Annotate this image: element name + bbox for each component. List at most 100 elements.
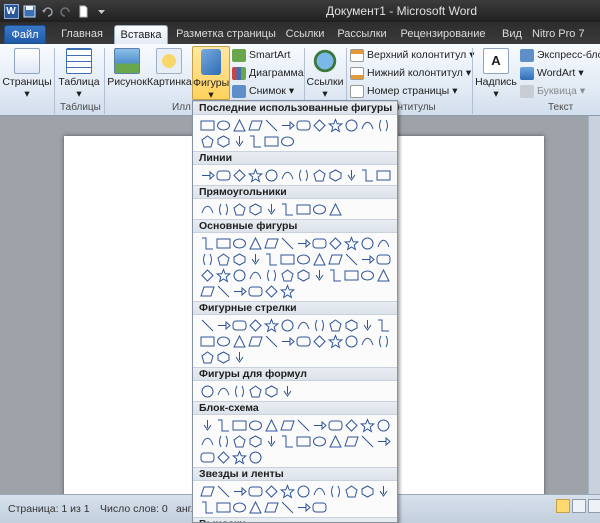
shape-icon[interactable] [311, 417, 327, 433]
shape-icon[interactable] [263, 133, 279, 149]
shape-icon[interactable] [199, 167, 215, 183]
shape-icon[interactable] [263, 483, 279, 499]
shape-icon[interactable] [247, 317, 263, 333]
table-button[interactable]: Таблица ▾ [57, 46, 101, 100]
shape-icon[interactable] [295, 333, 311, 349]
shape-icon[interactable] [263, 317, 279, 333]
shape-icon[interactable] [279, 483, 295, 499]
shape-icon[interactable] [231, 201, 247, 217]
shape-icon[interactable] [359, 433, 375, 449]
shape-icon[interactable] [247, 449, 263, 465]
shape-icon[interactable] [279, 317, 295, 333]
pages-button[interactable]: Страницы ▾ [2, 46, 52, 100]
shape-icon[interactable] [215, 499, 231, 515]
shape-icon[interactable] [311, 483, 327, 499]
shape-icon[interactable] [215, 133, 231, 149]
shape-icon[interactable] [263, 117, 279, 133]
shape-icon[interactable] [199, 483, 215, 499]
redo-icon[interactable] [57, 3, 73, 19]
shape-icon[interactable] [359, 417, 375, 433]
tab-home[interactable]: Главная [56, 25, 108, 44]
shape-icon[interactable] [359, 117, 375, 133]
shape-icon[interactable] [343, 417, 359, 433]
clipart-button[interactable]: Картинка [147, 46, 192, 100]
tab-nitro[interactable]: Nitro Pro 7 [532, 25, 600, 44]
shape-icon[interactable] [279, 235, 295, 251]
shape-icon[interactable] [231, 167, 247, 183]
shape-icon[interactable] [231, 267, 247, 283]
shape-icon[interactable] [231, 483, 247, 499]
shape-icon[interactable] [311, 251, 327, 267]
shape-icon[interactable] [311, 317, 327, 333]
shape-icon[interactable] [231, 349, 247, 365]
shape-icon[interactable] [343, 235, 359, 251]
shape-icon[interactable] [295, 117, 311, 133]
shape-icon[interactable] [247, 251, 263, 267]
shape-icon[interactable] [263, 267, 279, 283]
wordart-button[interactable]: WordArt ▾ [520, 65, 584, 81]
status-words[interactable]: Число слов: 0 [100, 503, 168, 515]
textbox-button[interactable]: A Надпись ▾ [474, 46, 518, 100]
shape-icon[interactable] [199, 449, 215, 465]
customize-qat-icon[interactable] [93, 3, 109, 19]
shape-icon[interactable] [215, 283, 231, 299]
shape-icon[interactable] [327, 483, 343, 499]
shape-icon[interactable] [199, 133, 215, 149]
shape-icon[interactable] [343, 167, 359, 183]
shape-icon[interactable] [343, 483, 359, 499]
shape-icon[interactable] [199, 333, 215, 349]
tab-review[interactable]: Рецензирование [396, 25, 490, 44]
shape-icon[interactable] [231, 251, 247, 267]
shape-icon[interactable] [215, 251, 231, 267]
shape-icon[interactable] [359, 251, 375, 267]
shape-icon[interactable] [231, 333, 247, 349]
quick-parts-button[interactable]: Экспресс-блок [520, 47, 600, 63]
header-button[interactable]: Верхний колонтитул▾ [350, 47, 475, 63]
shape-icon[interactable] [247, 117, 263, 133]
shape-icon[interactable] [279, 267, 295, 283]
status-page[interactable]: Страница: 1 из 1 [8, 503, 90, 515]
shape-icon[interactable] [295, 317, 311, 333]
shape-icon[interactable] [231, 383, 247, 399]
picture-button[interactable]: Рисунок [107, 46, 147, 100]
shape-icon[interactable] [279, 417, 295, 433]
shape-icon[interactable] [199, 383, 215, 399]
shape-icon[interactable] [359, 483, 375, 499]
shape-icon[interactable] [295, 267, 311, 283]
shape-icon[interactable] [343, 267, 359, 283]
shape-icon[interactable] [279, 333, 295, 349]
shape-icon[interactable] [327, 251, 343, 267]
shape-icon[interactable] [375, 117, 391, 133]
word-app-icon[interactable]: W [3, 3, 19, 19]
shape-icon[interactable] [215, 333, 231, 349]
tab-view[interactable]: Вид [498, 25, 526, 44]
chart-button[interactable]: Диаграмма [232, 65, 304, 81]
shape-icon[interactable] [375, 235, 391, 251]
shape-icon[interactable] [279, 283, 295, 299]
shape-icon[interactable] [199, 117, 215, 133]
shape-icon[interactable] [247, 433, 263, 449]
screenshot-button[interactable]: Снимок ▾ [232, 83, 294, 99]
shape-icon[interactable] [327, 317, 343, 333]
shape-icon[interactable] [327, 201, 343, 217]
shape-icon[interactable] [327, 235, 343, 251]
shape-icon[interactable] [199, 201, 215, 217]
shape-icon[interactable] [279, 117, 295, 133]
shape-icon[interactable] [311, 499, 327, 515]
shape-icon[interactable] [263, 417, 279, 433]
tab-insert[interactable]: Вставка [114, 25, 168, 44]
shape-icon[interactable] [375, 267, 391, 283]
shape-icon[interactable] [279, 383, 295, 399]
shape-icon[interactable] [327, 433, 343, 449]
shape-icon[interactable] [215, 433, 231, 449]
shape-icon[interactable] [279, 499, 295, 515]
shape-icon[interactable] [343, 251, 359, 267]
shape-icon[interactable] [247, 133, 263, 149]
shape-icon[interactable] [199, 349, 215, 365]
shape-icon[interactable] [215, 449, 231, 465]
shape-icon[interactable] [215, 235, 231, 251]
shape-icon[interactable] [295, 235, 311, 251]
shape-icon[interactable] [359, 317, 375, 333]
page-number-button[interactable]: Номер страницы ▾ [350, 83, 457, 99]
drop-cap-button[interactable]: Буквица ▾ [520, 83, 585, 99]
